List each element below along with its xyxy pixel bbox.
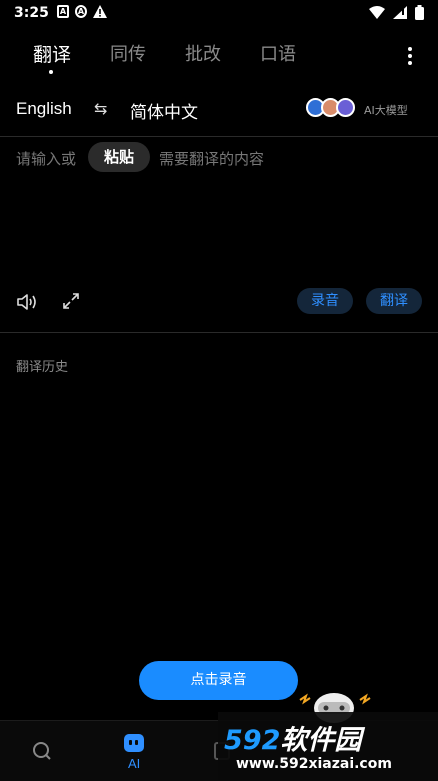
signal-icon [393, 6, 407, 19]
more-menu-icon[interactable] [402, 45, 418, 65]
watermark-text: 软件园 [280, 725, 362, 756]
tab-translate[interactable]: 翻译 [33, 40, 71, 67]
ai-avatar-icon [336, 98, 355, 117]
tab-speaking[interactable]: 口语 [260, 40, 296, 66]
tab-simultaneous[interactable]: 同传 [110, 40, 146, 66]
ai-model-avatars[interactable] [306, 98, 358, 120]
watermark: 592软件园 www.592xiazai.com [218, 712, 438, 780]
nav-ai[interactable]: AI [118, 731, 150, 775]
record-button[interactable]: 录音 [297, 288, 353, 314]
divider [0, 332, 438, 333]
status-system-icons [369, 5, 424, 20]
language-selector-row: English ⇆ 简体中文 AI大模型 [0, 96, 438, 126]
status-time: 3:25 [14, 5, 49, 21]
active-tab-indicator [49, 70, 53, 74]
watermark-logo: 592软件园 [224, 718, 361, 757]
speaker-icon[interactable] [16, 292, 38, 312]
wifi-icon [369, 6, 385, 19]
status-notification-icons: A A [57, 5, 107, 18]
expand-icon[interactable] [62, 292, 80, 310]
nav-ai-label: AI [128, 756, 141, 771]
top-tabs: 翻译 同传 批改 口语 [0, 40, 438, 80]
paste-button[interactable]: 粘贴 [88, 142, 150, 172]
watermark-url: www.592xiazai.com [236, 756, 392, 772]
input-placeholder-prefix[interactable]: 请输入或 [16, 148, 76, 169]
source-language[interactable]: English [16, 99, 72, 119]
swap-languages-icon[interactable]: ⇆ [94, 99, 107, 118]
status-bar: 3:25 A A [0, 0, 438, 26]
notification-translate-icon: A [75, 5, 87, 18]
warning-icon [93, 5, 107, 18]
history-title: 翻译历史 [16, 360, 69, 375]
input-placeholder-suffix[interactable]: 需要翻译的内容 [159, 148, 264, 169]
notification-a-icon: A [57, 5, 69, 18]
ai-model-label[interactable]: AI大模型 [364, 102, 408, 118]
battery-icon [415, 5, 424, 20]
watermark-number: 592 [224, 725, 281, 756]
translate-button[interactable]: 翻译 [366, 288, 422, 314]
ai-bot-icon [124, 734, 144, 752]
search-icon[interactable] [32, 741, 52, 761]
divider [0, 136, 438, 137]
tab-correction[interactable]: 批改 [185, 40, 221, 66]
target-language[interactable]: 简体中文 [130, 98, 198, 123]
tap-to-record-button[interactable]: 点击录音 [139, 661, 298, 700]
